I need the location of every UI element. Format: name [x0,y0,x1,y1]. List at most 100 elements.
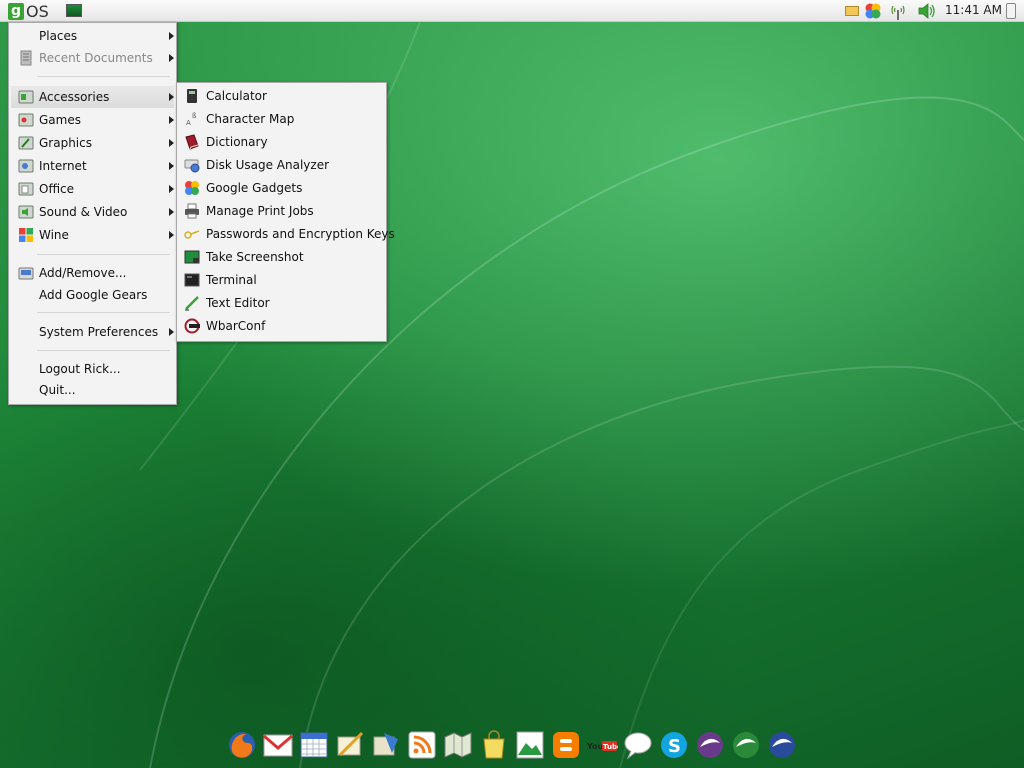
chat-icon[interactable] [622,729,654,761]
accessories-submenu: Calculator A ß Character Map Dictionary … [176,82,395,342]
menu-separator [37,350,170,351]
menu-item-graphics[interactable]: Graphics [11,132,174,154]
menu-item-label: Places [39,29,78,43]
games-icon [18,113,34,127]
menu-item-terminal[interactable]: Terminal [179,269,384,291]
menu-item-wine[interactable]: Wine [11,224,174,246]
submenu-arrow-icon [169,116,174,124]
gos-logo-icon: g [8,2,24,20]
menu-item-internet[interactable]: Internet [11,155,174,177]
menu-separator [37,312,170,313]
rss-reader-icon[interactable] [406,729,438,761]
menu-item-label: Google Gadgets [206,181,303,195]
picasa-icon[interactable] [514,729,546,761]
menu-item-label: Sound & Video [39,205,128,219]
menu-item-quit[interactable]: Quit... [11,379,174,401]
openoffice-calc-icon[interactable] [730,729,762,761]
submenu-arrow-icon [169,185,174,193]
top-panel: g OS 11:41 AM [0,0,1024,22]
menu-item-label: Text Editor [206,296,270,310]
menu-item-system-preferences[interactable]: System Preferences [11,321,174,343]
menu-item-label: Take Screenshot [206,250,304,264]
main-menu-button[interactable]: g OS [8,1,49,21]
openoffice-impress-icon[interactable] [766,729,798,761]
skype-icon[interactable]: S [658,729,690,761]
menu-item-label: Dictionary [206,135,268,149]
menu-item-google-gadgets[interactable]: Google Gadgets [179,177,384,199]
menu-item-calculator[interactable]: Calculator [179,85,384,107]
dock: You Tube S [222,726,802,764]
graphics-icon [18,136,34,150]
menu-item-label: System Preferences [39,325,159,339]
menu-item-add-google-gears[interactable]: Add Google Gears [11,284,174,306]
menu-item-label: Recent Documents [39,51,153,65]
internet-icon [18,159,34,173]
menu-item-label: Wine [39,228,69,242]
clock[interactable]: 11:41 AM [945,3,1002,17]
menu-item-places[interactable]: Places [11,25,174,47]
svg-text:ß: ß [192,112,197,120]
menu-item-label: Graphics [39,136,92,150]
menu-separator [37,254,170,255]
google-gadgets-icon[interactable] [864,2,882,20]
menu-item-label: Office [39,182,75,196]
text-editor-icon [185,296,199,311]
mail-icon[interactable] [845,6,859,16]
menu-item-label: Add Google Gears [39,288,148,302]
menu-item-label: Manage Print Jobs [206,204,314,218]
submenu-arrow-icon [169,32,174,40]
menu-item-passwords-encryption-keys[interactable]: Passwords and Encryption Keys [179,223,395,245]
menu-item-label: Games [39,113,81,127]
menu-item-sound-video[interactable]: Sound & Video [11,201,174,223]
shopping-bag-icon[interactable] [478,729,510,761]
submenu-arrow-icon [169,54,174,62]
os-label: OS [26,1,49,21]
submenu-arrow-icon [169,139,174,147]
submenu-arrow-icon [169,208,174,216]
menu-item-games[interactable]: Games [11,109,174,131]
youtube-icon[interactable]: You Tube [586,729,618,761]
main-menu: Places Recent Documents Accessories Game… [8,22,177,405]
menu-item-logout[interactable]: Logout Rick... [11,358,174,380]
menu-item-label: WbarConf [206,319,266,333]
menu-item-take-screenshot[interactable]: Take Screenshot [179,246,384,268]
add-remove-icon [18,267,34,280]
submenu-arrow-icon [169,231,174,239]
blogger-icon[interactable] [550,729,582,761]
key-icon [184,230,200,239]
accessories-icon [18,90,34,104]
disk-usage-analyzer-icon [184,159,200,173]
volume-icon[interactable] [917,3,937,19]
menu-item-manage-print-jobs[interactable]: Manage Print Jobs [179,200,384,222]
menu-item-dictionary[interactable]: Dictionary [179,131,384,153]
gmail-icon[interactable] [262,729,294,761]
calendar-icon[interactable] [298,729,330,761]
firefox-icon[interactable] [226,729,258,761]
menu-item-label: Calculator [206,89,267,103]
openoffice-writer-icon[interactable] [694,729,726,761]
menu-item-character-map[interactable]: A ß Character Map [179,108,384,130]
svg-text:You: You [586,742,604,751]
network-icon[interactable] [889,3,907,21]
calculator-icon [187,89,197,103]
printer-icon [185,203,199,219]
menu-item-recent-documents[interactable]: Recent Documents [11,47,174,69]
menu-item-label: Quit... [39,383,76,397]
menu-item-label: Logout Rick... [39,362,121,376]
spreadsheet-icon[interactable] [370,729,402,761]
wbarconf-icon [184,318,200,334]
menu-item-disk-usage-analyzer[interactable]: Disk Usage Analyzer [179,154,384,176]
menu-item-accessories[interactable]: Accessories [11,86,174,108]
show-desktop-icon[interactable] [66,4,82,17]
menu-item-add-remove[interactable]: Add/Remove... [11,262,174,284]
menu-item-text-editor[interactable]: Text Editor [179,292,384,314]
docs-icon[interactable] [334,729,366,761]
menu-item-wbarconf[interactable]: WbarConf [179,315,384,337]
menu-item-office[interactable]: Office [11,178,174,200]
maps-icon[interactable] [442,729,474,761]
svg-text:S: S [668,736,681,757]
menu-item-label: Add/Remove... [39,266,127,280]
dictionary-icon [185,134,199,150]
svg-text:Tube: Tube [603,743,618,751]
battery-icon[interactable] [1006,3,1016,19]
